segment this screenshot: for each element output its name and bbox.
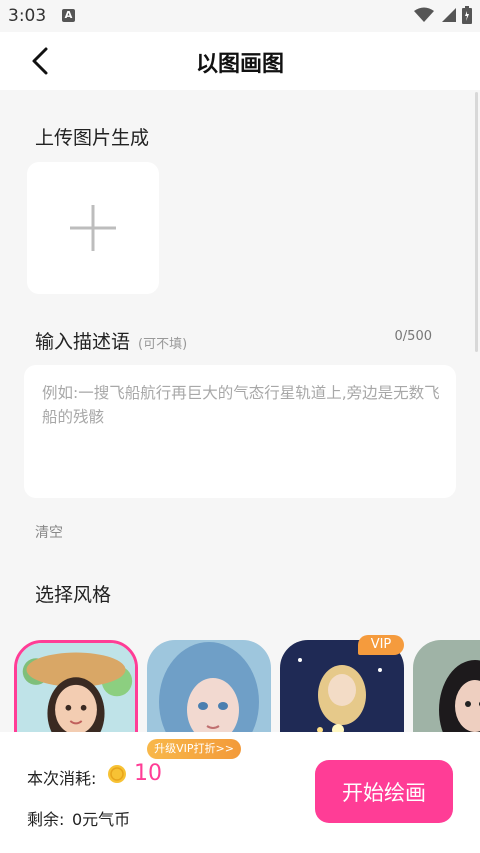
description-hint: (可不填) (138, 337, 188, 352)
upload-section-title: 上传图片生成 (35, 127, 150, 149)
upgrade-vip-button[interactable]: 升级VIP打折>> (147, 739, 241, 759)
style-list (14, 640, 480, 740)
style-card-sunhat-girl[interactable] (14, 640, 138, 740)
battery-icon (462, 6, 472, 24)
remaining-label: 剩余: (27, 810, 65, 829)
signal-icon (442, 8, 456, 22)
app-notification-icon: A (62, 9, 75, 22)
scrollbar[interactable] (475, 92, 478, 352)
wifi-icon (414, 7, 434, 22)
status-icons (414, 6, 472, 24)
start-drawing-button[interactable]: 开始绘画 (315, 760, 453, 823)
style-thumbnail-night-fairy (280, 640, 404, 740)
remaining-value: 0元气币 (72, 810, 131, 829)
style-card-dark-hair-girl[interactable] (413, 640, 480, 740)
plus-icon (70, 205, 116, 251)
cost-label: 本次消耗: (27, 769, 97, 788)
vip-badge: VIP (358, 635, 404, 655)
description-title-row: 输入描述语 (可不填) (35, 327, 187, 354)
style-card-night-fairy[interactable] (280, 640, 404, 740)
style-thumbnail-blue-hair-girl (147, 640, 271, 740)
coin-icon (108, 765, 126, 783)
style-thumbnail-dark-hair-girl (413, 640, 480, 740)
upload-image-button[interactable] (27, 162, 159, 294)
description-input[interactable] (40, 379, 444, 488)
clear-button[interactable]: 清空 (35, 522, 63, 542)
status-bar: 3:03 A (0, 0, 480, 32)
style-section-title: 选择风格 (35, 584, 112, 606)
character-counter: 0/500 (394, 329, 432, 344)
page-title: 以图画图 (195, 52, 284, 77)
cost-value: 10 (134, 761, 162, 786)
style-card-blue-hair-girl[interactable] (147, 640, 271, 740)
description-box (24, 365, 456, 498)
style-thumbnail-sunhat-girl (17, 643, 135, 740)
description-title: 输入描述语 (35, 331, 131, 353)
nav-bar: 以图画图 (0, 32, 480, 90)
status-time: 3:03 (8, 6, 47, 26)
